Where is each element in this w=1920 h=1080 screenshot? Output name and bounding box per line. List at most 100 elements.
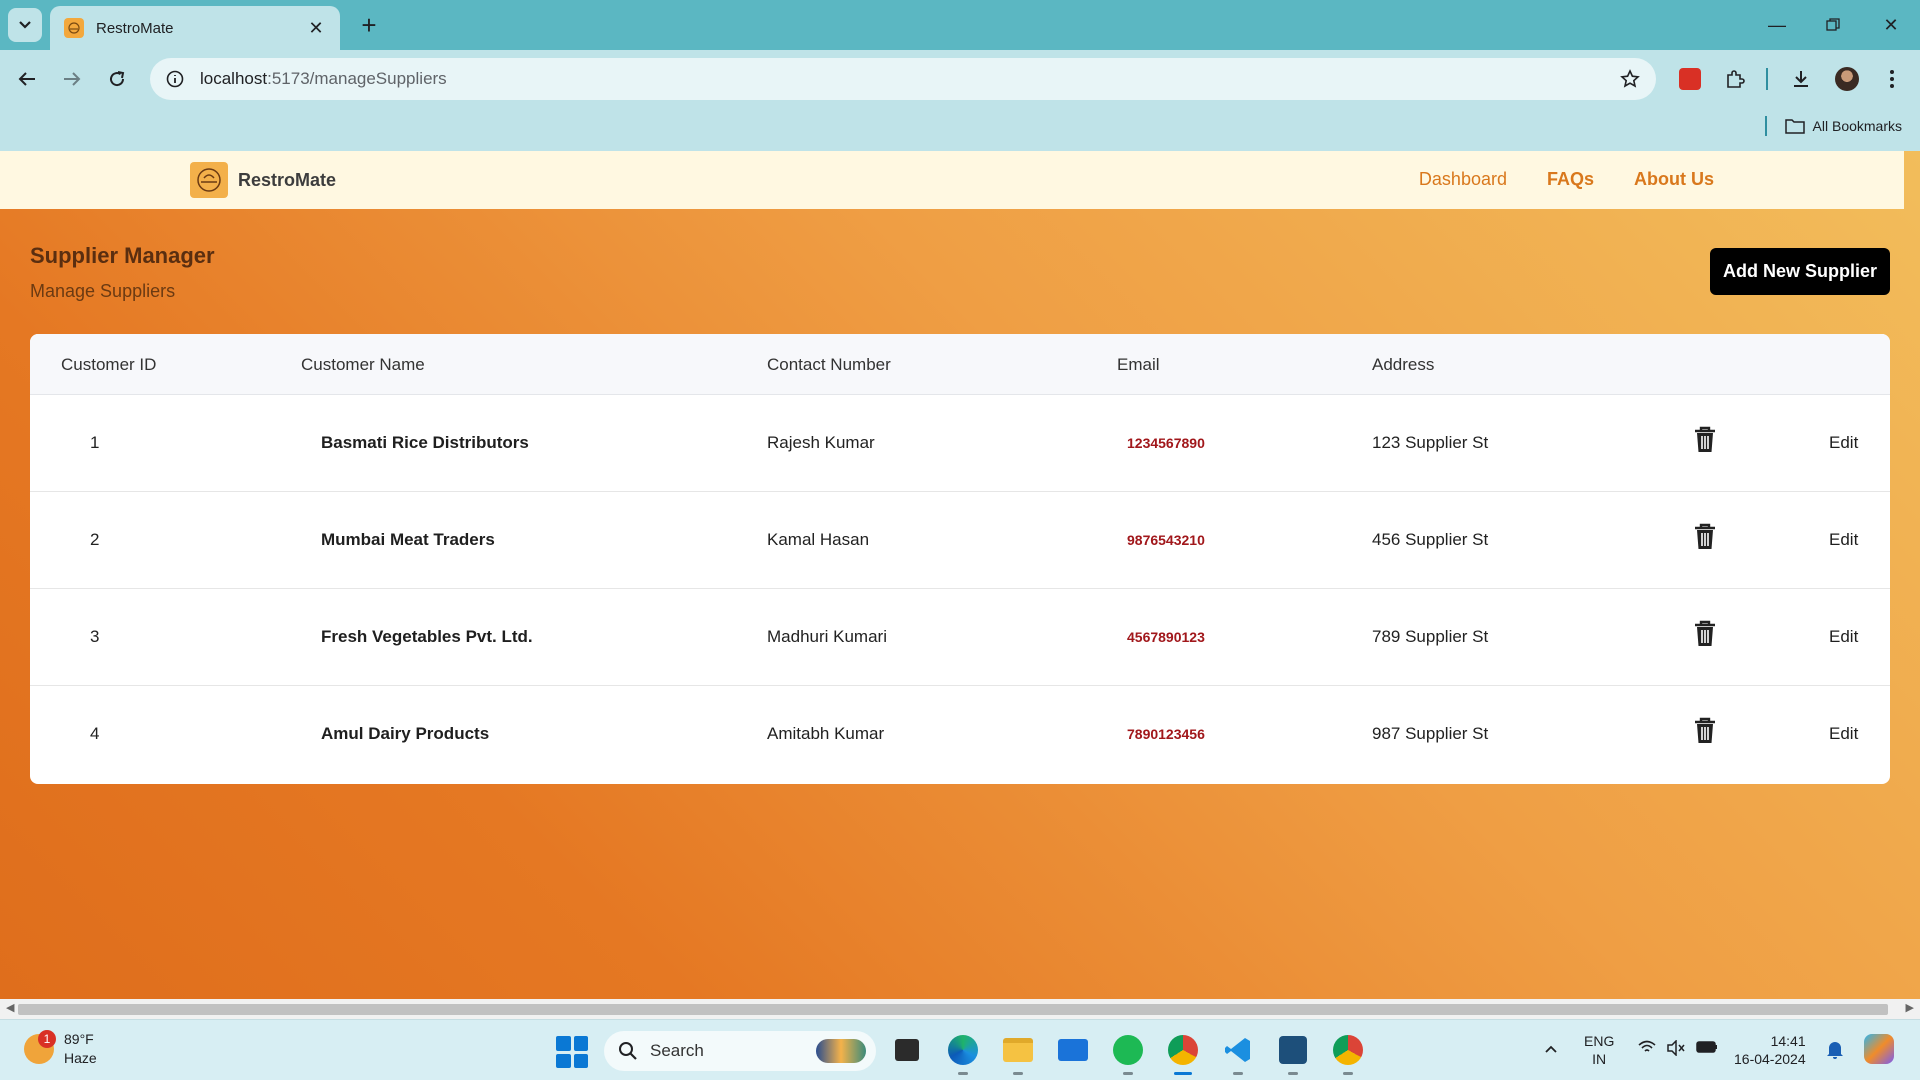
horizontal-scrollbar[interactable]: ◀ ▶ [0,999,1920,1019]
trash-icon[interactable] [1693,717,1717,745]
cell-address: 456 Supplier St [1372,530,1489,549]
restaurant-logo-icon [64,18,84,38]
taskbar-search[interactable]: Search [604,1031,876,1071]
notification-badge: 1 [38,1030,56,1048]
trash-icon[interactable] [1693,523,1717,551]
add-new-supplier-button[interactable]: Add New Supplier [1710,248,1890,295]
weather-condition: Haze [64,1050,97,1066]
trash-icon[interactable] [1693,426,1717,454]
cell-supplier-name: Fresh Vegetables Pvt. Ltd. [321,627,533,646]
cell-contact-name: Madhuri Kumari [767,627,887,646]
arrow-left-icon [18,72,35,86]
reload-icon [110,71,125,87]
clock[interactable]: 14:41 16-04-2024 [1734,1032,1806,1068]
weather-widget[interactable]: 1 89°F Haze [24,1030,97,1068]
mysql-workbench-icon[interactable] [1276,1033,1310,1075]
bookmarks-bar: All Bookmarks [1764,116,1902,136]
nav-about-link[interactable]: About Us [1634,169,1714,190]
address-bar[interactable]: localhost:5173/manageSuppliers [150,58,1656,100]
minimize-button[interactable]: — [1754,8,1800,42]
chrome-profile-icon[interactable] [1331,1033,1365,1075]
cell-supplier-name: Basmati Rice Distributors [321,433,529,452]
cell-phone: 1234567890 [1127,435,1205,451]
url-text: localhost:5173/manageSuppliers [200,69,447,88]
app-viewport: RestroMate Dashboard FAQs About Us Suppl… [0,151,1920,999]
table-row: 3 Fresh Vegetables Pvt. Ltd. Madhuri Kumar… [30,589,1890,686]
search-highlight-image [816,1039,866,1063]
close-window-button[interactable]: ✕ [1868,8,1914,42]
all-bookmarks-link[interactable]: All Bookmarks [1813,118,1902,134]
trash-icon[interactable] [1693,620,1717,648]
page-subtitle: Manage Suppliers [30,281,176,301]
table-row: 1 Basmati Rice Distributors Rajesh Kumar 12… [30,395,1890,492]
cell-address: 789 Supplier St [1372,627,1489,646]
brand[interactable]: RestroMate [190,162,336,198]
clock-date: 16-04-2024 [1734,1051,1806,1067]
reload-button[interactable] [100,62,134,96]
edit-button[interactable]: Edit [1829,433,1858,453]
nav-dashboard-link[interactable]: Dashboard [1419,169,1507,190]
toolbar-divider [1766,68,1768,90]
notifications-bell-icon[interactable] [1826,1040,1844,1064]
tab-title: RestroMate [96,19,174,37]
taskbar: 1 89°F Haze Search ENG IN 14:41 16-04-20… [0,1019,1920,1080]
start-button[interactable] [556,1036,588,1068]
battery-icon[interactable] [1696,1040,1718,1058]
task-view-icon[interactable] [890,1033,924,1067]
edit-button[interactable]: Edit [1829,530,1858,550]
download-icon[interactable] [1784,62,1818,96]
volume-muted-icon[interactable] [1666,1039,1686,1060]
scrollbar-thumb[interactable] [18,1004,1888,1015]
scroll-right-arrow-icon[interactable]: ▶ [1906,1001,1914,1014]
nav-faqs-link[interactable]: FAQs [1547,169,1594,190]
main-nav: Dashboard FAQs About Us [1419,169,1714,190]
close-tab-icon[interactable]: ✕ [306,18,326,39]
cell-id: 1 [90,433,100,452]
brand-name: RestroMate [238,169,337,190]
extension-icon[interactable] [1673,62,1707,96]
app-header: RestroMate Dashboard FAQs About Us [0,151,1904,209]
language-indicator[interactable]: ENG IN [1584,1032,1614,1068]
restore-button[interactable] [1810,8,1856,42]
tab-search-button[interactable] [8,8,42,42]
browser-tab-bar: RestroMate ✕ + — ✕ [0,0,1920,50]
browser-tab[interactable]: RestroMate ✕ [50,6,340,50]
show-hidden-icons[interactable] [1544,1040,1558,1058]
profile-avatar[interactable] [1830,62,1864,96]
cell-supplier-name: Mumbai Meat Traders [321,530,495,549]
cell-phone: 9876543210 [1127,532,1205,548]
puzzle-icon[interactable] [1718,62,1752,96]
cell-id: 4 [90,724,100,743]
weather-icon: 1 [24,1030,56,1064]
new-tab-button[interactable]: + [352,8,386,42]
edit-button[interactable]: Edit [1829,724,1858,744]
restromate-logo-icon [190,162,228,198]
file-explorer-icon[interactable] [1001,1033,1035,1075]
copilot-icon[interactable] [1864,1034,1894,1064]
arrow-right-icon [64,72,81,86]
search-placeholder: Search [650,1041,704,1060]
column-header-address: Address [1372,355,1435,374]
cell-address: 123 Supplier St [1372,433,1489,452]
table-row: 4 Amul Dairy Products Amitabh Kumar 7890123… [30,686,1890,783]
spotify-icon[interactable] [1111,1033,1145,1075]
edit-button[interactable]: Edit [1829,627,1858,647]
site-info-icon[interactable] [166,70,184,88]
wifi-icon[interactable] [1638,1040,1656,1058]
forward-button[interactable] [55,62,89,96]
back-button[interactable] [10,62,44,96]
more-menu-icon[interactable] [1875,62,1909,96]
cell-supplier-name: Amul Dairy Products [321,724,490,743]
scroll-left-arrow-icon[interactable]: ◀ [6,1001,14,1014]
star-icon[interactable] [1620,69,1640,89]
chrome-icon[interactable] [1166,1033,1200,1075]
mail-icon[interactable] [1056,1033,1090,1067]
page-title: Supplier Manager [30,243,215,268]
column-header-id: Customer ID [61,355,157,374]
table-header: Customer ID Customer Name Contact Number… [30,334,1890,395]
vscode-icon[interactable] [1221,1033,1255,1075]
table-row: 2 Mumbai Meat Traders Kamal Hasan 987654321… [30,492,1890,589]
browser-toolbar: localhost:5173/manageSuppliers All Bookm… [0,50,1920,158]
chevron-down-icon [19,21,31,29]
edge-icon[interactable] [946,1033,980,1075]
